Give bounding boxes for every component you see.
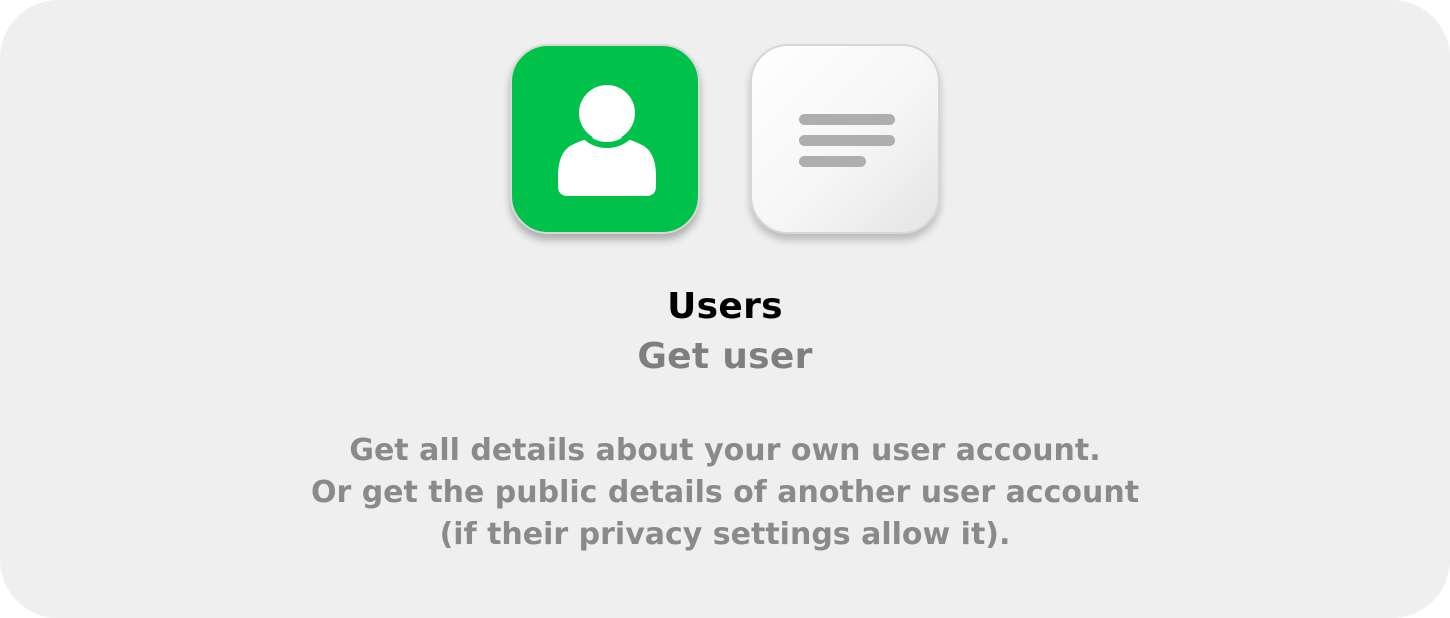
text-line: [799, 156, 866, 167]
app-action-card: Users Get user Get all details about you…: [0, 0, 1450, 618]
action-icon: [750, 44, 940, 234]
app-title: Users: [667, 286, 783, 327]
users-app-icon: [510, 44, 700, 234]
description-line: (if their privacy settings allow it).: [439, 517, 1011, 552]
action-title: Get user: [637, 336, 813, 377]
description-line: Get all details about your own user acco…: [349, 433, 1101, 468]
action-description: Get all details about your own user acco…: [0, 430, 1450, 556]
icon-row: [0, 44, 1450, 234]
text-line: [799, 135, 895, 146]
description-line: Or get the public details of another use…: [310, 475, 1140, 510]
text-line: [799, 114, 895, 125]
user-silhouette-icon: [558, 84, 656, 196]
